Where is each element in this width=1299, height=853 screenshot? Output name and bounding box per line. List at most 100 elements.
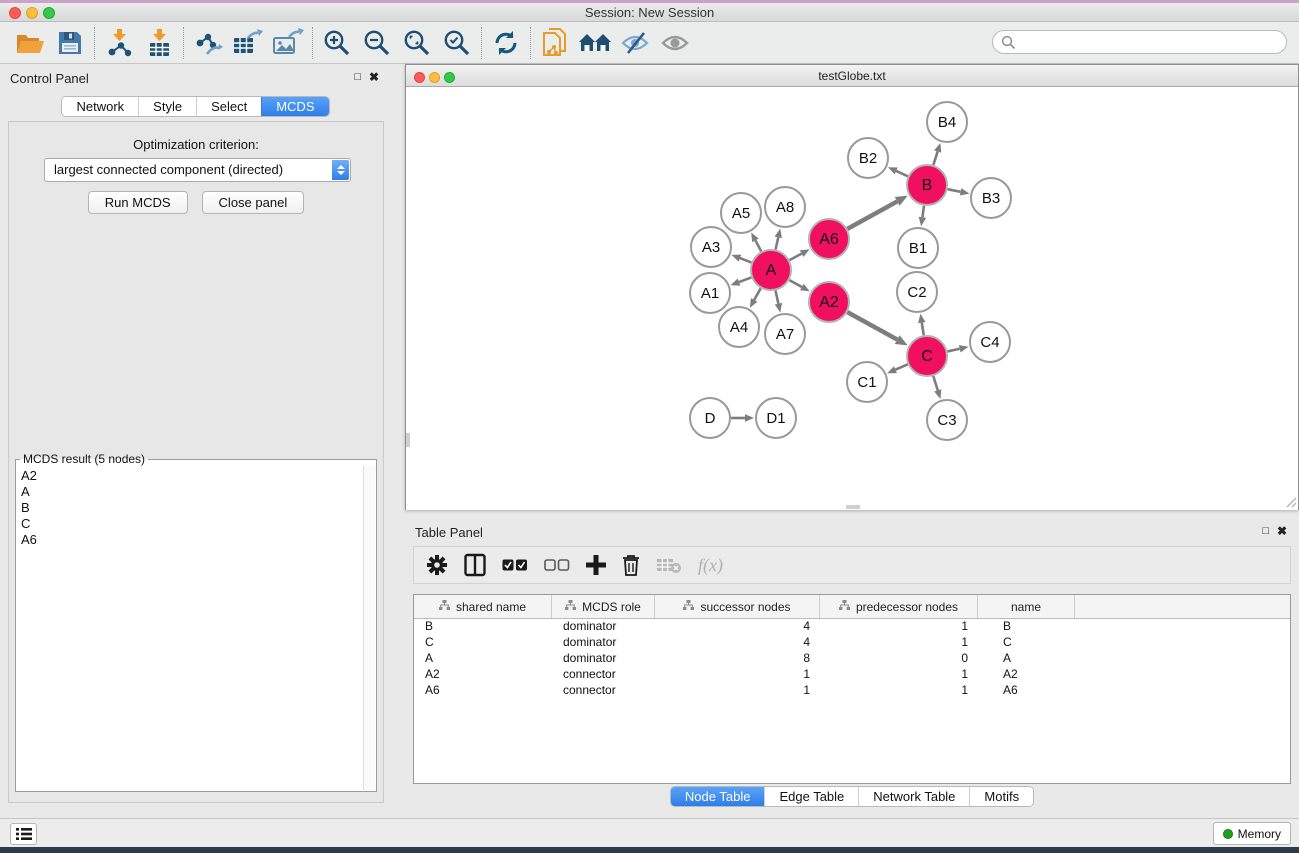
graph-node-A[interactable]: A — [751, 250, 791, 290]
export-image-button[interactable] — [268, 25, 308, 61]
tab-network-table[interactable]: Network Table — [858, 787, 969, 806]
graph-node-B3[interactable]: B3 — [971, 178, 1011, 218]
cell-name[interactable]: A2 — [978, 667, 1075, 683]
mcds-result-item[interactable]: A — [21, 484, 359, 500]
cell-successor-nodes[interactable]: 4 — [655, 619, 820, 635]
homes-button[interactable] — [575, 25, 615, 61]
graph-node-C3[interactable]: C3 — [927, 400, 967, 440]
graph-edge-A-A3[interactable] — [740, 258, 751, 262]
cell-shared-name[interactable]: A6 — [414, 683, 552, 699]
zoom-in-button[interactable] — [317, 25, 357, 61]
cell-MCDS-role[interactable]: dominator — [552, 635, 655, 651]
cell-MCDS-role[interactable]: dominator — [552, 619, 655, 635]
graph-edge-B-B4[interactable] — [933, 152, 937, 165]
column-header-successor-nodes[interactable]: successor nodes — [655, 595, 820, 618]
export-network-button[interactable] — [188, 25, 228, 61]
cell-shared-name[interactable]: C — [414, 635, 552, 651]
show-columns-button[interactable] — [464, 551, 486, 579]
cell-predecessor-nodes[interactable]: 0 — [820, 651, 978, 667]
table-row[interactable]: A2connector11A2 — [414, 667, 1290, 683]
graph-edge-A-A7[interactable] — [775, 291, 778, 304]
run-mcds-button[interactable]: Run MCDS — [88, 191, 188, 214]
search-field[interactable] — [992, 30, 1287, 54]
mcds-result-item[interactable]: C — [21, 516, 359, 532]
cell-successor-nodes[interactable]: 1 — [655, 667, 820, 683]
resize-grip-icon[interactable] — [1285, 496, 1297, 508]
select-all-button[interactable] — [502, 551, 528, 579]
close-panel-icon[interactable]: ✖ — [369, 71, 379, 83]
cell-name[interactable]: A — [978, 651, 1075, 667]
graph-node-C4[interactable]: C4 — [970, 322, 1010, 362]
tab-select[interactable]: Select — [196, 97, 261, 116]
graph-node-B4[interactable]: B4 — [927, 102, 967, 142]
graph-node-A4[interactable]: A4 — [719, 307, 759, 347]
tab-motifs[interactable]: Motifs — [969, 787, 1033, 806]
refresh-button[interactable] — [486, 25, 526, 61]
graph-edge-C-C2[interactable] — [922, 323, 924, 336]
close-panel-button[interactable]: Close panel — [202, 191, 305, 214]
network-window-titlebar[interactable]: testGlobe.txt — [406, 65, 1298, 87]
cell-successor-nodes[interactable]: 1 — [655, 683, 820, 699]
graph-node-A5[interactable]: A5 — [721, 193, 761, 233]
splitter-handle-bottom[interactable] — [846, 505, 860, 509]
zoom-window-button[interactable] — [43, 7, 55, 19]
cell-predecessor-nodes[interactable]: 1 — [820, 667, 978, 683]
mcds-result-list[interactable]: A2ABCA6 — [17, 466, 363, 790]
graph-edge-A6-B[interactable] — [847, 201, 897, 228]
zoom-out-button[interactable] — [357, 25, 397, 61]
graph-edge-A-A6[interactable] — [790, 254, 802, 260]
criterion-dropdown[interactable]: largest connected component (directed) — [44, 158, 351, 182]
add-column-button[interactable] — [586, 551, 606, 579]
graph-edge-B-B1[interactable] — [922, 206, 924, 218]
memory-button[interactable]: Memory — [1213, 822, 1291, 845]
delete-column-button[interactable] — [622, 551, 640, 579]
graph-node-B1[interactable]: B1 — [898, 228, 938, 268]
cell-name[interactable]: B — [978, 619, 1075, 635]
mcds-result-item[interactable]: A2 — [21, 468, 359, 484]
cell-successor-nodes[interactable]: 8 — [655, 651, 820, 667]
graph-edge-A-A8[interactable] — [776, 237, 779, 249]
close-view-button[interactable] — [414, 72, 425, 83]
column-header-shared-name[interactable]: shared name — [414, 595, 552, 618]
import-network-button[interactable] — [99, 25, 139, 61]
graph-edge-C-C1[interactable] — [895, 364, 907, 369]
graph-node-A3[interactable]: A3 — [691, 227, 731, 267]
graph-node-B2[interactable]: B2 — [848, 138, 888, 178]
graph-edge-A2-C[interactable] — [847, 312, 897, 339]
graph-edge-C-C4[interactable] — [947, 349, 959, 352]
cell-MCDS-role[interactable]: connector — [552, 683, 655, 699]
table-row[interactable]: A6connector11A6 — [414, 683, 1290, 699]
deselect-all-button[interactable] — [544, 551, 570, 579]
graph-edge-A-A1[interactable] — [739, 277, 751, 282]
search-input[interactable] — [1016, 35, 1286, 49]
export-table-button[interactable] — [228, 25, 268, 61]
zoom-view-button[interactable] — [444, 72, 455, 83]
tab-style[interactable]: Style — [138, 97, 196, 116]
cell-name[interactable]: C — [978, 635, 1075, 651]
zoom-fit-button[interactable] — [397, 25, 437, 61]
network-canvas[interactable]: B4B2BB3A8A5A6A3B1AC2A1A2A4A7C4CC1C3DD1 — [406, 88, 1298, 510]
tab-edge-table[interactable]: Edge Table — [764, 787, 858, 806]
cell-predecessor-nodes[interactable]: 1 — [820, 683, 978, 699]
graph-edge-A-A4[interactable] — [754, 288, 761, 300]
column-header-name[interactable]: name — [978, 595, 1075, 618]
task-history-button[interactable] — [10, 823, 37, 845]
mcds-result-item[interactable]: A6 — [21, 532, 359, 548]
graph-node-D1[interactable]: D1 — [756, 398, 796, 438]
graph-node-A7[interactable]: A7 — [765, 314, 805, 354]
graph-node-A1[interactable]: A1 — [690, 273, 730, 313]
close-window-button[interactable] — [9, 7, 21, 19]
table-row[interactable]: Adominator80A — [414, 651, 1290, 667]
graph-edge-C-C3[interactable] — [933, 376, 937, 390]
save-session-button[interactable] — [50, 25, 90, 61]
table-row[interactable]: Cdominator41C — [414, 635, 1290, 651]
scrollbar-track[interactable] — [363, 466, 375, 790]
cell-shared-name[interactable]: A2 — [414, 667, 552, 683]
cell-MCDS-role[interactable]: connector — [552, 667, 655, 683]
cell-predecessor-nodes[interactable]: 1 — [820, 635, 978, 651]
graph-node-A2[interactable]: A2 — [809, 282, 849, 322]
column-header-predecessor-nodes[interactable]: predecessor nodes — [820, 595, 978, 618]
open-session-button[interactable] — [10, 25, 50, 61]
float-panel-icon[interactable]: □ — [354, 71, 361, 83]
cell-shared-name[interactable]: B — [414, 619, 552, 635]
